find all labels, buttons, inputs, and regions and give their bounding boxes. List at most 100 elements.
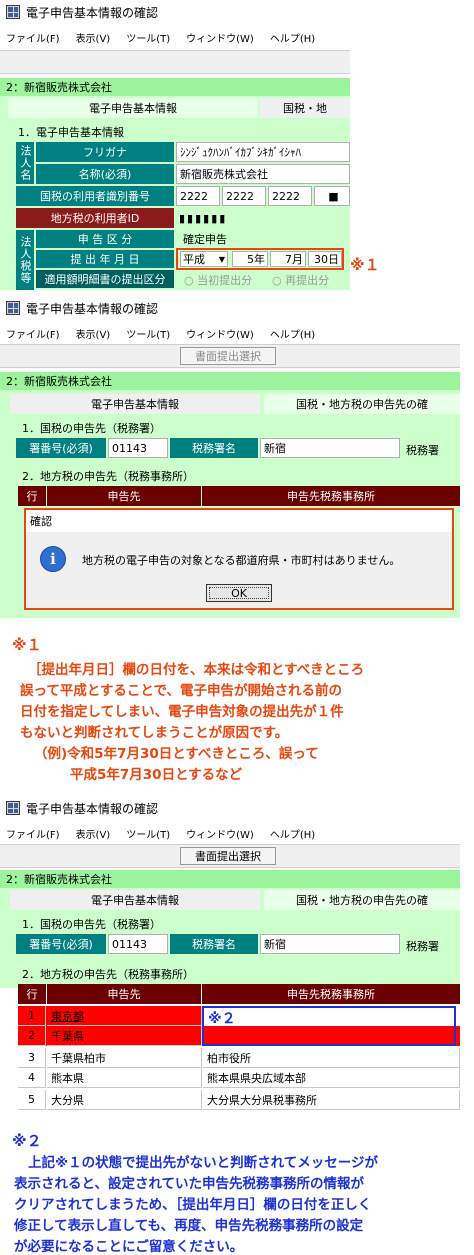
menu-tool[interactable]: ツール(T): [126, 826, 170, 841]
cell-dest: 熊本県: [47, 1068, 202, 1088]
menu-window[interactable]: ウィンドウ(W): [186, 326, 254, 341]
tab-destination[interactable]: 国税・地方税の申告先の確: [264, 890, 460, 910]
shobango-field[interactable]: 01143: [108, 934, 168, 954]
radio-initial[interactable]: ○ 当初提出分: [184, 272, 252, 288]
note1-line-5: （例)令和5年7月30日とすべきところ、誤って: [34, 746, 319, 762]
menu-help[interactable]: ヘルプ(H): [270, 326, 315, 341]
kokuzei-id-2[interactable]: 2222: [222, 186, 266, 206]
paper-submit-button[interactable]: 書面提出選択: [180, 847, 276, 865]
day-field[interactable]: 30 日: [308, 251, 342, 267]
tab-label: 電子申告基本情報: [91, 894, 179, 907]
table-row[interactable]: 4 熊本県 熊本県県央広域本部: [18, 1068, 460, 1088]
window-title: 電子申告基本情報の確認: [26, 5, 159, 20]
tab-basic-info[interactable]: 電子申告基本情報: [10, 394, 260, 414]
dialog-message: 地方税の電子申告の対象となる都道府県・市町村はありません。: [82, 554, 401, 567]
table-row[interactable]: 5 大分県 大分県大分県税事務所: [18, 1090, 460, 1110]
furigana-field[interactable]: ｼﾝｼﾞｭｸﾊﾝﾊﾞｲｶﾌﾞｼｷｶﾞｲｼｬﾊ: [176, 142, 350, 162]
zeimusho-field[interactable]: 新宿: [260, 438, 400, 458]
company-bar: 2：新宿販売株式会社: [0, 870, 460, 888]
menu-help[interactable]: ヘルプ(H): [270, 30, 315, 45]
chihou-id-field[interactable]: ▮▮▮▮▮▮: [176, 208, 350, 228]
section-chihou: 2．地方税の申告先（税務事務所）: [22, 968, 194, 981]
company-name: 2：新宿販売株式会社: [6, 873, 112, 886]
col-office: 申告先税務事務所: [202, 984, 460, 1004]
paper-submit-button[interactable]: 書面提出選択: [180, 347, 276, 365]
ok-button[interactable]: OK: [206, 584, 272, 602]
note1-line-1: ［提出年月日］欄の日付を、本来は令和とすべきところ: [28, 662, 365, 678]
menu-file[interactable]: ファイル(F): [6, 826, 60, 841]
cell-office: 大分県大分県税事務所: [203, 1090, 460, 1110]
chevron-down-icon: ▼: [218, 254, 225, 264]
window-title: 電子申告基本情報の確認: [26, 801, 159, 816]
radio-initial-label: 当初提出分: [197, 274, 253, 287]
menu-tool[interactable]: ツール(T): [126, 326, 170, 341]
era-select[interactable]: 平成 ▼: [180, 251, 228, 267]
tab-basic-info[interactable]: 電子申告基本情報: [10, 890, 260, 910]
toolbar: 書面提出選択: [0, 344, 460, 368]
marker-2: ※２: [208, 1011, 236, 1027]
note1-line-2: 誤って平成とすることで、電子申告が開始される前の: [20, 683, 342, 699]
kokuzei-id-3[interactable]: 2222: [268, 186, 312, 206]
company-name: 2：新宿販売株式会社: [6, 81, 112, 94]
menu-view[interactable]: 表示(V): [76, 826, 111, 841]
window-3: 電子申告基本情報の確認 ファイル(F) 表示(V) ツール(T) ウィンドウ(W…: [0, 796, 460, 1118]
kokuzei-id-4[interactable]: ■: [314, 186, 350, 206]
kubun-value: 確定申告: [183, 233, 227, 246]
zeimusho-field[interactable]: 新宿: [260, 934, 400, 954]
shobango-field[interactable]: 01143: [108, 438, 168, 458]
table-row[interactable]: 3 千葉県柏市 柏市役所: [18, 1048, 460, 1068]
label-shobango: 署番号(必須): [16, 438, 106, 458]
dialog-titlebar: 確認: [26, 510, 452, 532]
menu-tool[interactable]: ツール(T): [126, 30, 170, 45]
note2-mark: ※２: [12, 1132, 42, 1150]
tab-destination[interactable]: 国税・地: [260, 98, 350, 118]
cell-no: 5: [18, 1090, 46, 1110]
era-value: 平成: [183, 253, 205, 266]
col-gyo: 行: [18, 486, 46, 506]
confirm-dialog: 確認 i 地方税の電子申告の対象となる都道府県・市町村はありません。 OK: [24, 508, 454, 610]
name-field[interactable]: 新宿販売株式会社: [176, 164, 350, 184]
tab-label: 電子申告基本情報: [89, 102, 177, 115]
marker-1: ※１: [350, 256, 380, 274]
destination-table: 1 東京都 2 千葉県 ※２ 3 千葉県柏市 柏市役所 4 熊本県 熊本県県央広…: [18, 1006, 460, 1116]
tab-label: 電子申告基本情報: [91, 398, 179, 411]
menu-help[interactable]: ヘルプ(H): [270, 826, 315, 841]
month-field[interactable]: 7月: [270, 251, 306, 267]
note1-line-6: 平成5年7月30日とするなど: [70, 767, 243, 783]
menu-bar: ファイル(F) 表示(V) ツール(T) ウィンドウ(W) ヘルプ(H): [0, 824, 460, 842]
col-dest: 申告先: [47, 486, 201, 506]
year-field[interactable]: 5年: [232, 251, 268, 267]
title-bar: 電子申告基本情報の確認: [0, 296, 460, 320]
radio-resubmit[interactable]: ○ 再提出分: [272, 272, 329, 288]
window-title: 電子申告基本情報の確認: [26, 301, 159, 316]
menu-window[interactable]: ウィンドウ(W): [186, 826, 254, 841]
label-shobango: 署番号(必須): [16, 934, 106, 954]
col-dest: 申告先: [47, 984, 201, 1004]
cell-dest: 千葉県: [47, 1026, 202, 1046]
menu-view[interactable]: 表示(V): [76, 30, 111, 45]
cell-no: 3: [18, 1048, 46, 1068]
menu-bar: ファイル(F) 表示(V) ツール(T) ウィンドウ(W) ヘルプ(H): [0, 324, 460, 342]
label-houjinzei: 法人税等: [16, 230, 34, 290]
toolbar: 書面提出選択: [0, 844, 460, 868]
tab-basic-info[interactable]: 電子申告基本情報: [8, 98, 258, 118]
kokuzei-id-1[interactable]: 2222: [176, 186, 220, 206]
vert-label: 法人税等: [19, 236, 32, 284]
section-kokuzei: 1．国税の申告先（税務署）: [22, 918, 161, 931]
menu-view[interactable]: 表示(V): [76, 326, 111, 341]
menu-file[interactable]: ファイル(F): [6, 326, 60, 341]
cell-office: 柏市役所: [203, 1048, 460, 1068]
toolbar: [0, 50, 350, 74]
office-highlight-box: [202, 1006, 456, 1046]
label-zeimusho: 税務署名: [170, 934, 258, 954]
cell-dest: 大分県: [47, 1090, 202, 1110]
label-chihou-id: 地方税の利用者ID: [16, 208, 174, 228]
note2-line-5: が必要になることにご留意ください。: [14, 1239, 244, 1255]
label-houjinmei: 法人名: [16, 142, 34, 184]
app-icon: [6, 5, 20, 19]
note2-line-2: 表示されると、設定されていた申告先税務事務所の情報が: [14, 1176, 365, 1192]
menu-file[interactable]: ファイル(F): [6, 30, 60, 45]
note2-line-1: 上記※１の状態で提出先がないと判断されてメッセージが: [28, 1155, 378, 1171]
tab-destination[interactable]: 国税・地方税の申告先の確: [264, 394, 460, 414]
menu-window[interactable]: ウィンドウ(W): [186, 30, 254, 45]
